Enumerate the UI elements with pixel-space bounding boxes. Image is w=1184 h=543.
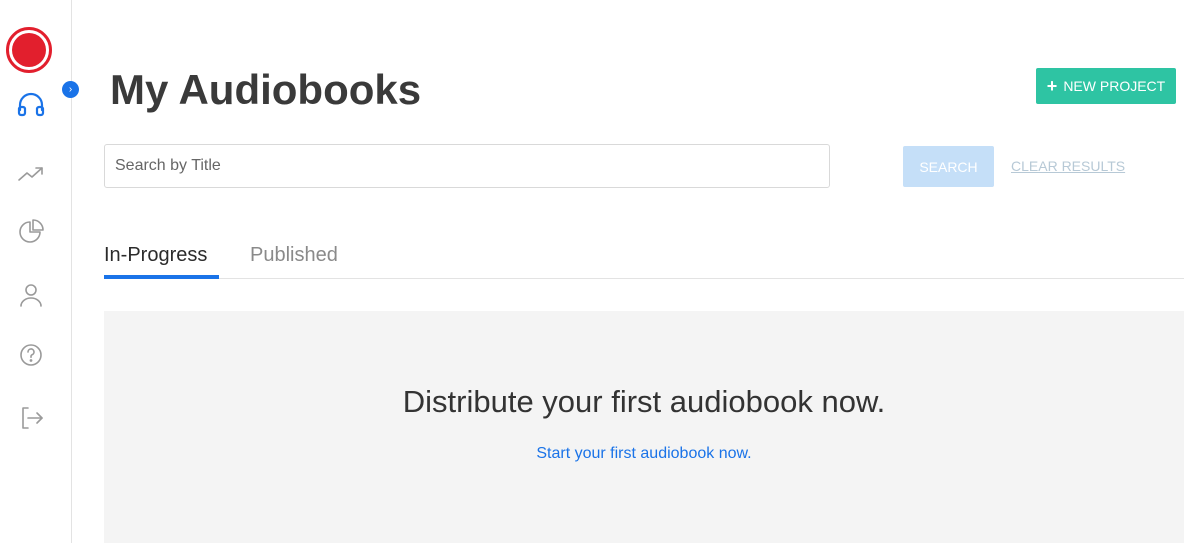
search-input[interactable] <box>104 144 830 188</box>
new-project-button[interactable]: + NEW PROJECT <box>1036 68 1176 104</box>
empty-state-heading: Distribute your first audiobook now. <box>402 384 886 419</box>
help-circle-icon[interactable] <box>15 339 47 371</box>
plus-icon: + <box>1046 76 1058 96</box>
headphones-icon[interactable] <box>15 88 47 120</box>
sidebar: › <box>0 0 79 543</box>
logout-icon[interactable] <box>15 402 47 434</box>
main-content: My Audiobooks + NEW PROJECT SEARCH CLEAR… <box>104 0 1184 543</box>
new-project-label: NEW PROJECT <box>1063 78 1166 94</box>
pie-chart-icon[interactable] <box>15 216 47 248</box>
record-logo[interactable] <box>6 27 52 73</box>
start-first-audiobook-link[interactable]: Start your first audiobook now. <box>104 445 1184 463</box>
active-tab-indicator <box>104 275 219 279</box>
tab-bar: In-Progress Published <box>104 236 1184 279</box>
clear-results-link[interactable]: CLEAR RESULTS <box>1011 158 1125 174</box>
search-button[interactable]: SEARCH <box>903 146 994 187</box>
sidebar-expand-toggle[interactable]: › <box>62 81 79 98</box>
page-title: My Audiobooks <box>110 66 422 113</box>
tab-published[interactable]: Published <box>250 244 338 277</box>
tab-in-progress[interactable]: In-Progress <box>104 244 207 277</box>
empty-state-panel: Distribute your first audiobook now. Sta… <box>104 311 1184 543</box>
trending-up-icon[interactable] <box>15 157 47 189</box>
record-logo-dot <box>12 33 46 67</box>
user-icon[interactable] <box>15 279 47 311</box>
